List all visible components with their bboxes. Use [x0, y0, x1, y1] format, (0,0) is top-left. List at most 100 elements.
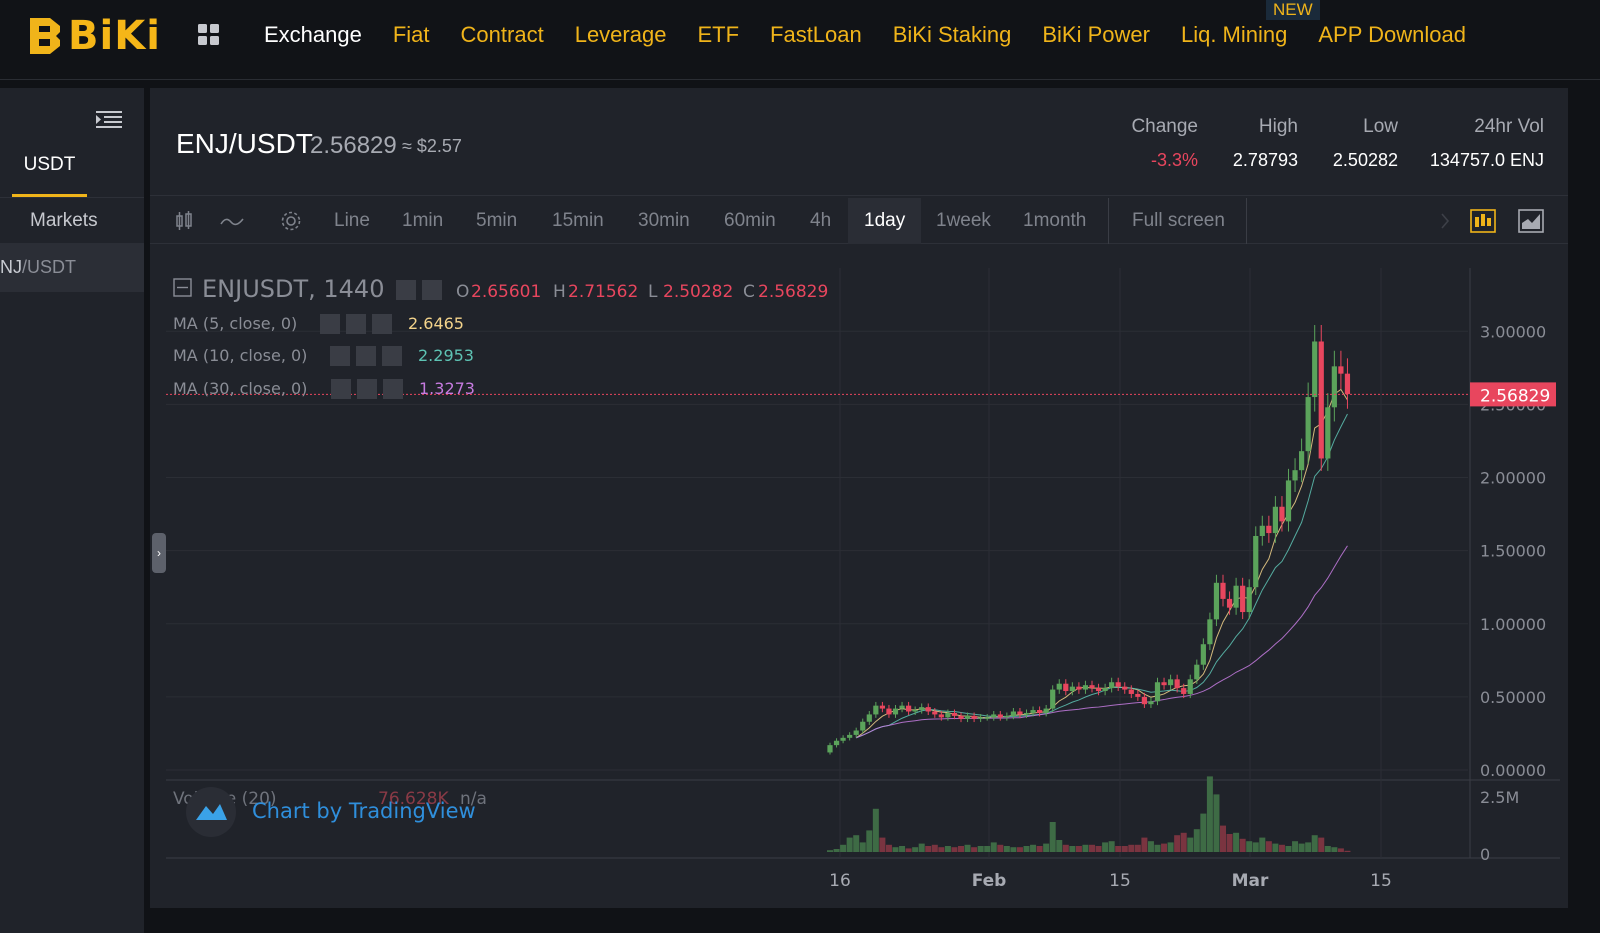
volume-bar [1206, 776, 1213, 852]
interval-4h[interactable]: 4h [810, 198, 831, 244]
tab-usdt[interactable]: USDT [12, 154, 87, 176]
candle-body [912, 710, 918, 712]
volume-bar [1311, 835, 1318, 852]
interval-1min[interactable]: 1min [402, 198, 443, 244]
stat-low: Low 2.50282 [1333, 116, 1398, 171]
interval-15min[interactable]: 15min [552, 198, 604, 244]
volume-bar [1030, 844, 1037, 852]
legend-action-icon [320, 314, 340, 334]
volume-bar [846, 837, 853, 852]
candle-body [984, 717, 990, 719]
nav-item-biki-power[interactable]: BiKi Power [1042, 22, 1150, 48]
market-row-enj-usdt[interactable]: NJ/USDT [0, 243, 144, 292]
biki-logo[interactable]: BiKi [28, 13, 161, 59]
nav-item-leverage[interactable]: Leverage [575, 22, 667, 48]
change-label: Change [1131, 116, 1198, 137]
candle-body [1128, 689, 1134, 694]
legend-action-icon [383, 379, 403, 399]
last-price: 2.56829 [310, 132, 397, 159]
candle-body [971, 715, 977, 719]
nav-item-etf[interactable]: ETF [697, 22, 739, 48]
volume-bar [1298, 843, 1305, 852]
depth-chart-icon[interactable] [1518, 209, 1544, 233]
volume-bar [1318, 837, 1325, 852]
chevron-right-icon[interactable] [1440, 212, 1450, 230]
candle-body [827, 745, 833, 753]
nav-item-fastloan[interactable]: FastLoan [770, 22, 862, 48]
candle-body [1135, 693, 1141, 697]
candle-body [1115, 682, 1121, 687]
ohlc-value: 2.50282 [663, 282, 733, 302]
price-chart[interactable]: 3.000002.500002.000001.500001.000000.500… [166, 268, 1560, 908]
interval-1week[interactable]: 1week [936, 198, 991, 244]
volume-bar [951, 847, 958, 852]
candle-body [833, 740, 840, 746]
ticker-header: ENJ/USDT 2.56829 ≈ $2.57 Change -3.3% Hi… [150, 88, 1568, 196]
nav-item-biki-staking[interactable]: BiKi Staking [893, 22, 1012, 48]
volume-bar [827, 850, 833, 852]
volume-bar [1331, 847, 1338, 852]
apps-grid-icon[interactable] [198, 24, 220, 46]
candle-body [932, 711, 938, 715]
interval-line[interactable]: Line [334, 198, 370, 244]
nav-item-liq-mining[interactable]: Liq. Mining [1181, 22, 1287, 48]
candle-body [1109, 682, 1115, 689]
candle-body [866, 714, 872, 722]
candle-body [1141, 696, 1147, 705]
indicator-icon[interactable] [220, 214, 244, 228]
ohlc-label: O [456, 282, 469, 302]
nav-item-app-download[interactable]: APP Download [1318, 22, 1466, 48]
y-tick-label: 0.50000 [1480, 688, 1546, 707]
volume-bar [1278, 844, 1285, 852]
nav-item-fiat[interactable]: Fiat [393, 22, 430, 48]
markets-label[interactable]: Markets [30, 210, 98, 232]
market-sidebar: USDT Markets NJ/USDT [0, 88, 144, 933]
toolbar-divider [1108, 198, 1109, 244]
candle-body [978, 717, 984, 719]
collapse-list-icon[interactable] [96, 110, 122, 128]
ma-label: MA (30, close, 0) [173, 379, 307, 398]
volume-bar [1285, 846, 1292, 852]
candle-body [919, 707, 925, 711]
fullscreen-button[interactable]: Full screen [1132, 198, 1225, 244]
stat-volume: 24hr Vol 134757.0 ENJ [1430, 116, 1544, 171]
candle-body [1240, 585, 1246, 613]
settings-gear-icon[interactable] [280, 210, 302, 232]
volume-bar [971, 847, 978, 852]
legend-action-icon [372, 314, 392, 334]
candle-body [1187, 679, 1193, 694]
candle-body [958, 715, 964, 719]
moving-average-lines [855, 388, 1348, 739]
candle-body [938, 714, 944, 718]
candle-body [1207, 619, 1213, 645]
interval-30min[interactable]: 30min [638, 198, 690, 244]
volume-bar [1134, 844, 1141, 852]
volume-bar [918, 843, 925, 852]
volume-bar [1292, 841, 1299, 852]
volume-bar [833, 849, 840, 852]
panel-toggle-handle[interactable]: › [152, 533, 166, 573]
interval-60min[interactable]: 60min [724, 198, 776, 244]
candle-style-icon[interactable] [174, 211, 194, 231]
tradingview-credit: Chart by TradingView [252, 799, 476, 823]
legend-action-icon [357, 379, 377, 399]
candle-body [1331, 366, 1337, 408]
volume-bar [879, 837, 886, 852]
volume-bar [1305, 842, 1312, 852]
interval-1month[interactable]: 1month [1023, 198, 1086, 244]
nav-item-contract[interactable]: Contract [461, 22, 544, 48]
ohlc-value: 2.56829 [758, 282, 828, 302]
candle-body [1312, 341, 1318, 398]
candlestick-chart-icon[interactable] [1470, 209, 1496, 233]
candle-body [1037, 710, 1043, 713]
volume-bar [1102, 842, 1109, 852]
volume-bar [1147, 841, 1154, 852]
nav-item-exchange[interactable]: Exchange [264, 22, 362, 48]
ohlc-label: H [553, 282, 566, 302]
volume-bar [866, 830, 873, 852]
candle-body [1344, 373, 1351, 395]
interval-1day[interactable]: 1day [848, 198, 922, 244]
ohlc-label: C [743, 282, 755, 302]
interval-5min[interactable]: 5min [476, 198, 517, 244]
volume-bar [1043, 843, 1050, 852]
